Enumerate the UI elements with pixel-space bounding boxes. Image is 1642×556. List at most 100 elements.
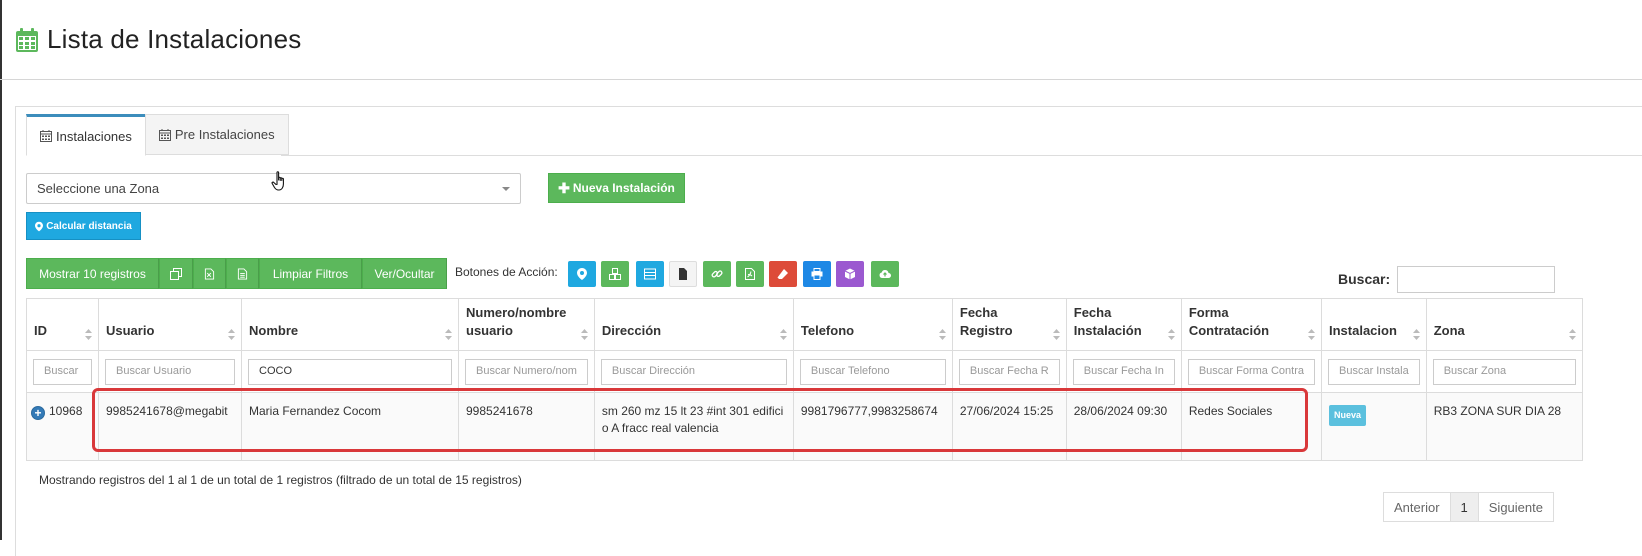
clear-filters-button[interactable]: Limpiar Filtros (259, 258, 362, 289)
page-header: Lista de Instalaciones (15, 24, 301, 55)
column-header[interactable]: Dirección (593, 298, 794, 351)
toggle-columns-label: Ver/Ocultar (374, 266, 435, 281)
pdf-button[interactable] (736, 261, 764, 287)
sort-icon (938, 327, 946, 340)
cell-telefono: 9981796777,9983258674 (792, 392, 953, 461)
pagination: Anterior 1 Siguiente (1383, 492, 1554, 522)
cube-button[interactable] (836, 261, 864, 287)
copy-button[interactable] (159, 258, 193, 289)
filter-usuario-input[interactable]: Buscar Usuario (105, 358, 235, 385)
table-row[interactable]: +10968 9985241678@megabit Maria Fernande… (26, 392, 1583, 461)
print-button[interactable] (803, 261, 831, 287)
plus-icon: ✚ (558, 179, 570, 196)
cloud-upload-icon (879, 270, 891, 278)
cell-nombre: Maria Fernandez Cocom (241, 392, 459, 461)
filter-zona-input[interactable]: Buscar Zona (1432, 358, 1576, 385)
filter-forma-input[interactable]: Buscar Forma Contra (1187, 358, 1315, 385)
sort-icon (1052, 327, 1060, 340)
window-left-border (0, 0, 2, 540)
map-marker-button[interactable] (568, 261, 596, 287)
tab-label: Pre Instalaciones (174, 127, 275, 142)
pagination-next[interactable]: Siguiente (1477, 492, 1554, 522)
search-input[interactable] (1397, 266, 1555, 293)
cell-numero: 9985241678 (458, 392, 595, 461)
column-header[interactable]: Instalacion (1321, 298, 1427, 351)
table-filter-row: Buscar Buscar Usuario COCO Buscar Numero… (26, 350, 1583, 393)
column-header[interactable]: Fecha Instalación (1065, 298, 1182, 351)
cloud-upload-button[interactable] (871, 261, 899, 287)
cell-zona: RB3 ZONA SUR DIA 28 (1425, 392, 1583, 461)
cell-instalacion: Nueva (1321, 392, 1427, 461)
show-records-button[interactable]: Mostrar 10 registros (26, 258, 159, 289)
toggle-columns-button[interactable]: Ver/Ocultar (362, 258, 447, 289)
column-header[interactable]: Usuario (98, 298, 242, 351)
tab-pre-instalaciones[interactable]: Pre Instalaciones (144, 114, 289, 155)
filter-direccion-input[interactable]: Buscar Dirección (600, 358, 787, 385)
search-label: Buscar: (1338, 271, 1391, 287)
sort-icon (779, 327, 787, 340)
calc-distance-button[interactable]: Calcular distancia (26, 212, 141, 240)
filter-nombre-input[interactable]: COCO (248, 358, 452, 385)
column-header[interactable]: Telefono (792, 298, 953, 351)
installations-table: ID Usuario Nombre Numero/nombre usuario D… (26, 298, 1583, 461)
new-installation-button[interactable]: ✚ Nueva Instalación (548, 173, 685, 203)
calendar-icon (40, 130, 52, 142)
link-button[interactable] (703, 261, 731, 287)
file-button[interactable] (669, 261, 697, 287)
hand-cursor-icon (271, 171, 284, 191)
sort-icon (580, 327, 588, 340)
excel-button[interactable] (193, 258, 226, 289)
clear-filters-label: Limpiar Filtros (272, 266, 349, 281)
map-marker-icon (577, 268, 587, 280)
cell-direccion: sm 260 mz 15 lt 23 #int 301 edificio A f… (593, 392, 794, 461)
column-header[interactable]: ID (26, 298, 99, 351)
filter-fecha-instalacion-input[interactable]: Buscar Fecha In (1072, 358, 1175, 385)
map-marker-icon (35, 221, 44, 231)
filter-numero-input[interactable]: Buscar Numero/nom (465, 358, 588, 385)
sort-icon (1412, 327, 1420, 340)
eraser-icon (777, 269, 788, 279)
status-badge: Nueva (1329, 405, 1367, 426)
cell-fecha-registro: 27/06/2024 15:25 (951, 392, 1067, 461)
tab-instalaciones[interactable]: Instalaciones (26, 114, 146, 156)
link-icon (711, 270, 723, 278)
tab-label: Instalaciones (56, 128, 132, 144)
filter-telefono-input[interactable]: Buscar Telefono (799, 358, 946, 385)
excel-icon (204, 268, 215, 279)
sort-icon (1167, 327, 1175, 340)
column-header[interactable]: Forma Contratación (1180, 298, 1323, 351)
table-toolbar: Mostrar 10 registros Limpiar Filtros Ver… (26, 258, 447, 289)
column-header[interactable]: Numero/nombre usuario (458, 298, 595, 351)
copy-icon (170, 267, 182, 280)
file-text-icon (237, 268, 248, 279)
expand-plus-icon[interactable]: + (31, 406, 45, 420)
filter-fecha-registro-input[interactable]: Buscar Fecha R (958, 358, 1060, 385)
cell-forma: Redes Sociales (1180, 392, 1323, 461)
show-records-label: Mostrar 10 registros (39, 266, 146, 281)
sort-icon (85, 327, 92, 340)
pdf-icon (745, 268, 755, 280)
column-header[interactable]: Fecha Registro (951, 298, 1067, 351)
list-button[interactable] (636, 261, 664, 287)
pagination-page[interactable]: 1 (1449, 492, 1479, 522)
table-header-row: ID Usuario Nombre Numero/nombre usuario D… (26, 298, 1583, 351)
calendar-icon (158, 128, 171, 141)
sort-icon (445, 327, 452, 340)
filter-instalacion-input[interactable]: Buscar Instala (1328, 358, 1420, 385)
cell-usuario: 9985241678@megabit (98, 392, 242, 461)
page-title: Lista de Instalaciones (47, 24, 302, 54)
column-header[interactable]: Zona (1425, 298, 1583, 351)
tabs-divider (281, 155, 1642, 156)
cubes-button[interactable] (601, 261, 629, 287)
list-icon (644, 268, 656, 280)
chevron-down-icon (502, 187, 510, 191)
filter-id-input[interactable]: Buscar (33, 358, 92, 385)
cell-id: +10968 (26, 392, 99, 461)
column-header[interactable]: Nombre (241, 298, 459, 351)
pagination-prev[interactable]: Anterior (1383, 492, 1451, 522)
sort-icon (1568, 327, 1576, 340)
sort-icon (1308, 327, 1315, 340)
csv-button[interactable] (226, 258, 259, 289)
eraser-button[interactable] (769, 261, 797, 287)
file-icon (679, 268, 687, 280)
